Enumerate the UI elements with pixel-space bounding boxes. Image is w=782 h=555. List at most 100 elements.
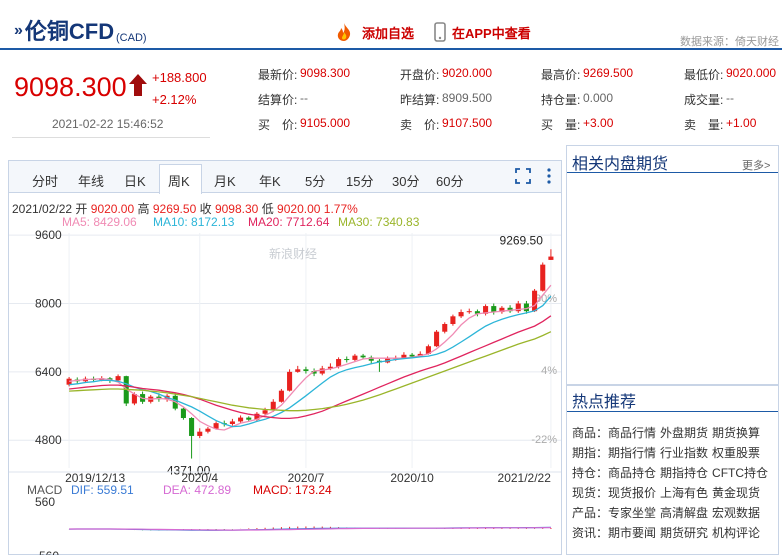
candle-body — [442, 324, 448, 332]
x-tick-label: 2021/2/22 — [498, 471, 552, 485]
macd-y-label: 560 — [35, 495, 55, 509]
ma30-label: MA30: 7340.83 — [338, 215, 420, 229]
candle-body — [450, 316, 456, 325]
hot-link[interactable]: 期指行情 — [608, 446, 656, 460]
hot-category: 商品： — [572, 426, 609, 440]
quote-field-label: 持仓量: — [541, 93, 581, 107]
quote-field-value: 9105.000 — [300, 116, 351, 130]
hot-row: 持仓：商品持仓 期指持仓 CFTC持仓 — [572, 464, 768, 481]
tab-9[interactable]: 60分 — [436, 171, 463, 190]
macd-value-label: MACD: 173.24 — [253, 483, 332, 497]
quote-field-value: 8909.500 — [442, 91, 493, 105]
candle-body — [360, 355, 366, 358]
hot-link[interactable]: 黄金现货 — [712, 486, 760, 500]
candle-body — [229, 421, 235, 424]
hot-link[interactable]: 高清解盘 — [660, 506, 708, 520]
kline-open: 9020.00 — [90, 202, 135, 216]
tab-3[interactable]: 周K — [168, 171, 190, 190]
quote-field-value: 9269.500 — [583, 66, 634, 80]
hot-category: 现货： — [572, 486, 609, 500]
hot-link[interactable]: 现货报价 — [608, 486, 656, 500]
hot-row: 商品：商品行情 外盘期货 期货换算 — [572, 424, 760, 441]
hot-link[interactable]: 机构评论 — [712, 526, 760, 540]
macd-dea-line — [69, 527, 551, 531]
hot-category: 产品： — [572, 506, 609, 520]
y-tick-label: 9600 — [35, 228, 62, 242]
hot-category: 持仓： — [572, 466, 609, 480]
candle-body — [115, 376, 121, 381]
tab-7[interactable]: 15分 — [346, 171, 373, 190]
hot-link[interactable]: 期货换算 — [712, 426, 760, 440]
candle-body — [458, 312, 464, 317]
kline-pct: 1.77% — [323, 202, 358, 216]
quote-field-label: 开盘价: — [400, 68, 440, 82]
candle-body — [262, 410, 268, 414]
hot-link[interactable]: 专家坐堂 — [608, 506, 656, 520]
hot-link[interactable]: 上海有色 — [660, 486, 708, 500]
candle-body — [295, 369, 301, 372]
fire-icon — [334, 22, 354, 47]
open-label: 开 — [75, 202, 88, 216]
candle-body — [189, 418, 195, 436]
quote-field-label: 买 量: — [541, 118, 581, 132]
hot-link[interactable]: 商品持仓 — [608, 466, 656, 480]
kline-chart[interactable]: 9600800064004800新浪财经30%4%-22%9269.504371… — [9, 228, 561, 555]
quote-field-value: 9107.500 — [442, 116, 493, 130]
hot-link[interactable]: CFTC持仓 — [712, 466, 768, 480]
hot-link[interactable]: 宏观数据 — [712, 506, 760, 520]
quote-field-label: 结算价: — [258, 93, 298, 107]
x-tick-label: 2020/10 — [390, 471, 434, 485]
tab-8[interactable]: 30分 — [392, 171, 419, 190]
ma10-label: MA10: 8172.13 — [153, 215, 235, 229]
quote-field-value: +1.00 — [726, 116, 757, 130]
hot-link[interactable]: 期指持仓 — [660, 466, 708, 480]
hot-link[interactable]: 外盘期货 — [660, 426, 708, 440]
pct-label: 30% — [535, 293, 557, 305]
pct-label: 4% — [541, 365, 557, 377]
price-change-pct: +2.12% — [152, 92, 197, 107]
hot-link[interactable]: 行业指数 — [660, 446, 708, 460]
add-watchlist-link[interactable]: 添加自选 — [362, 23, 414, 42]
candle-body — [532, 290, 538, 312]
ma20-label: MA20: 7712.64 — [248, 215, 330, 229]
instrument-name: 伦铜CFD — [24, 19, 115, 44]
candle-body — [205, 428, 211, 432]
ma5-label: MA5: 8429.06 — [62, 215, 137, 229]
more-options-icon[interactable] — [546, 167, 552, 190]
pct-label: -22% — [531, 434, 557, 446]
tab-2[interactable]: 日K — [124, 171, 146, 190]
fullscreen-icon[interactable] — [515, 168, 531, 189]
candle-body — [246, 417, 252, 420]
candle-body — [344, 359, 350, 361]
close-label: 收 — [199, 202, 212, 216]
price-change: +188.800 — [152, 70, 207, 85]
double-chevron-icon: » — [14, 22, 23, 39]
quote-field-value: -- — [300, 91, 308, 105]
tab-1[interactable]: 年线 — [78, 171, 104, 190]
hot-link[interactable]: 期货研究 — [660, 526, 708, 540]
ma-line-ma5 — [69, 284, 552, 431]
tab-4[interactable]: 月K — [214, 171, 236, 190]
hot-link[interactable]: 期市要闻 — [608, 526, 656, 540]
tab-6[interactable]: 5分 — [305, 171, 325, 190]
quote-field-label: 买 价: — [258, 118, 298, 132]
candle-body — [434, 331, 440, 347]
quote-time: 2021-02-22 15:46:52 — [52, 117, 164, 131]
tab-5[interactable]: 年K — [259, 171, 281, 190]
hot-link[interactable]: 权重股票 — [712, 446, 760, 460]
up-arrow-icon — [128, 73, 148, 102]
quote-field-label: 最低价: — [684, 68, 724, 82]
macd-y-label: -560 — [35, 549, 59, 555]
hot-category: 资讯： — [572, 526, 609, 540]
low-label: 低 — [261, 202, 274, 216]
candle-body — [270, 401, 276, 411]
hot-row: 产品：专家坐堂 高清解盘 宏观数据 — [572, 504, 760, 521]
y-tick-label: 6400 — [35, 365, 62, 379]
quote-field-value: -- — [726, 91, 734, 105]
hot-link[interactable]: 商品行情 — [608, 426, 656, 440]
view-in-app-link[interactable]: 在APP中查看 — [452, 23, 531, 42]
tab-0[interactable]: 分时 — [32, 171, 58, 190]
more-link[interactable]: 更多> — [742, 157, 770, 173]
data-source: 数据来源：倚天财经 — [680, 36, 779, 48]
quote-field-label: 最高价: — [541, 68, 581, 82]
